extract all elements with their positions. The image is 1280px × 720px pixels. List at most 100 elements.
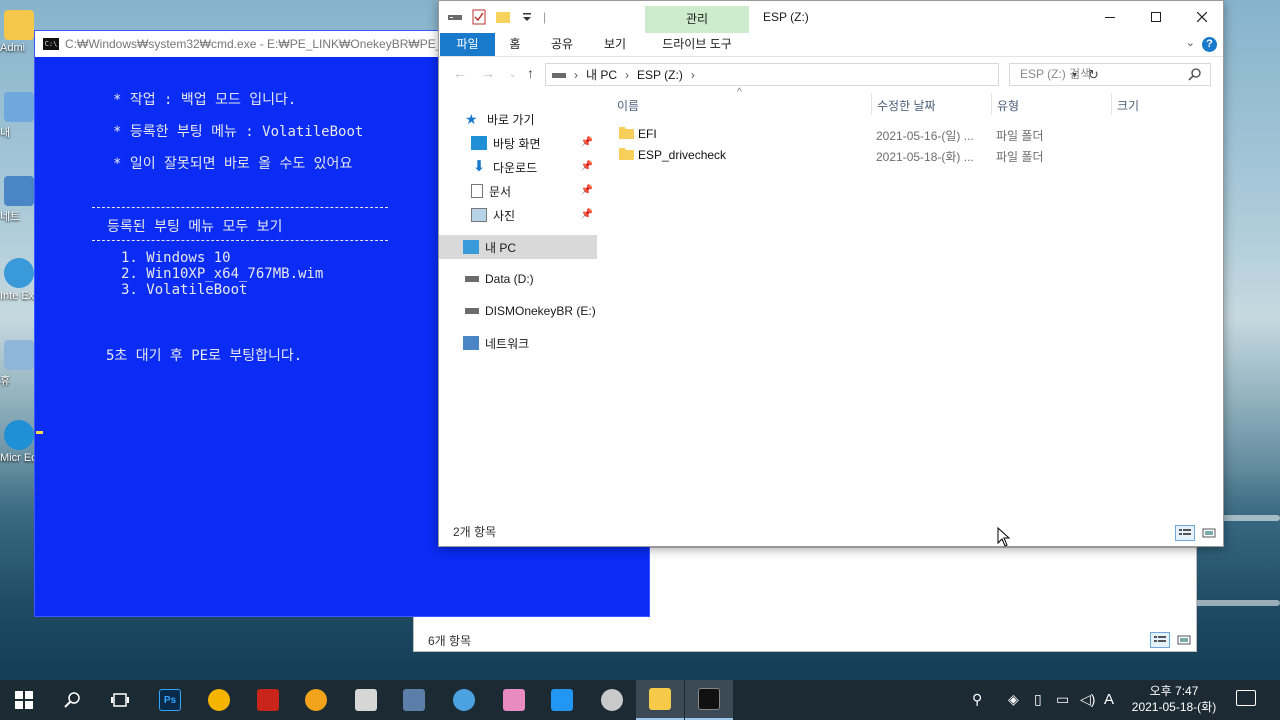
nav-desktop[interactable]: 바탕 화면 📌 <box>439 131 597 155</box>
context-tab-manage[interactable]: 관리 <box>645 6 749 33</box>
column-header-name[interactable]: 이름 <box>617 97 639 114</box>
qat-dropdown-icon[interactable] <box>519 9 535 25</box>
breadcrumb-esp[interactable]: ESP (Z:) <box>637 68 683 82</box>
usb-icon[interactable]: ▯ <box>1034 691 1042 708</box>
drive-icon <box>465 308 479 314</box>
breadcrumb-this-pc[interactable]: 내 PC <box>586 66 617 83</box>
file-explorer-icon <box>649 688 671 710</box>
taskbar-app-warning[interactable] <box>195 680 243 720</box>
view-buttons <box>1175 525 1219 541</box>
taskbar-app-user[interactable] <box>390 680 438 720</box>
taskbar-app-dvd[interactable] <box>588 680 636 720</box>
nav-pictures[interactable]: 사진 📌 <box>439 203 597 227</box>
tab-share[interactable]: 공유 <box>543 33 581 56</box>
taskbar-clock[interactable]: 오후 7:47 2021-05-18-(화) <box>1126 683 1222 715</box>
cmd-cursor <box>36 431 43 434</box>
column-header-type[interactable]: 유형 <box>997 97 1019 114</box>
tab-file[interactable]: 파일 <box>440 33 495 56</box>
task-view-button[interactable] <box>96 680 144 720</box>
folder-icon <box>619 148 634 160</box>
explorer-titlebar[interactable]: | 관리 ESP (Z:) <box>439 1 1223 33</box>
ribbon-tabs: 파일 홈 공유 보기 드라이브 도구 ⌄ ? <box>439 33 1223 57</box>
pc-icon <box>4 92 34 122</box>
desktop-icon-admin[interactable]: Admi <box>0 10 36 54</box>
desktop-icon <box>471 136 487 150</box>
start-button[interactable] <box>0 680 48 720</box>
nav-this-pc[interactable]: 내 PC <box>439 235 597 259</box>
drive-icon[interactable] <box>447 9 463 25</box>
new-folder-icon[interactable] <box>495 9 511 25</box>
desktop-icon-pc[interactable]: 내 <box>0 92 36 140</box>
people-icon[interactable]: ⚲ <box>972 691 982 708</box>
details-view-button[interactable] <box>1150 632 1170 648</box>
large-icons-view-button[interactable] <box>1199 525 1219 541</box>
nav-network[interactable]: 네트워크 <box>439 331 597 355</box>
minimize-icon <box>1105 17 1115 18</box>
taskbar-app-remote[interactable] <box>538 680 586 720</box>
back-button[interactable]: ← <box>453 65 467 81</box>
tab-drive-tools[interactable]: 드라이브 도구 <box>649 33 745 56</box>
search-placeholder: ESP (Z:) 검색 <box>1020 67 1092 81</box>
details-view-button[interactable] <box>1175 525 1195 541</box>
explorer-window[interactable]: | 관리 ESP (Z:) 파일 홈 공유 보기 드라이브 도구 ⌄ ? ← →… <box>438 0 1224 547</box>
maximize-icon <box>1151 12 1161 22</box>
forward-button[interactable]: → <box>481 65 495 81</box>
drive-icon <box>552 72 566 78</box>
up-button[interactable]: ↑ <box>527 65 534 81</box>
address-bar[interactable]: › 내 PC › ESP (Z:) › ▾ ↻ <box>545 63 1099 86</box>
nav-quick-access[interactable]: ★ 바로 가기 <box>439 107 597 131</box>
details-view-icon <box>1179 529 1191 535</box>
pin-icon: 📌 <box>580 209 593 220</box>
nav-downloads[interactable]: ⬇ 다운로드 📌 <box>439 155 597 179</box>
close-button[interactable] <box>1179 1 1225 33</box>
cmd-icon <box>698 688 720 710</box>
taskbar-app-pink[interactable] <box>490 680 538 720</box>
file-list: ^ 이름 수정한 날짜 유형 크기 EFI 2021-05-16-(일) ...… <box>603 87 1223 516</box>
details-view-icon <box>1154 636 1166 642</box>
file-row[interactable]: ESP_drivecheck 2021-05-18-(화) ... 파일 폴더 <box>619 144 1213 165</box>
pin-icon: 📌 <box>580 137 593 148</box>
taskbar-app-network[interactable] <box>440 680 488 720</box>
network-status-icon[interactable]: ▭ <box>1056 691 1069 708</box>
desktop-icon-edge[interactable]: Micr Ec <box>0 420 36 464</box>
desktop-icon-ie[interactable]: Inte Exp <box>0 258 36 302</box>
file-row[interactable]: EFI 2021-05-16-(일) ... 파일 폴더 <box>619 123 1213 144</box>
tab-view[interactable]: 보기 <box>596 33 634 56</box>
notification-center-icon[interactable] <box>1236 690 1256 706</box>
defender-shield-icon[interactable]: ◈ <box>1008 691 1019 708</box>
taskbar-photoshop[interactable]: Ps <box>146 680 194 720</box>
properties-icon[interactable] <box>471 9 487 25</box>
tab-home[interactable]: 홈 <box>501 33 529 56</box>
maximize-button[interactable] <box>1133 1 1179 33</box>
nav-documents[interactable]: 문서 📌 <box>439 179 597 203</box>
desktop-icon-recycle[interactable]: 휴 <box>0 340 36 388</box>
chevron-right-icon: › <box>690 67 695 82</box>
taskbar-app-disk[interactable] <box>342 680 390 720</box>
search-input[interactable]: ESP (Z:) 검색 <box>1009 63 1211 86</box>
dvd-app-icon <box>601 689 623 711</box>
volume-icon[interactable]: ◁) <box>1080 691 1095 708</box>
cmd-divider <box>92 240 388 241</box>
search-button[interactable] <box>48 680 96 720</box>
ime-indicator[interactable]: A <box>1104 691 1114 708</box>
taskbar-cmd[interactable] <box>685 680 733 720</box>
large-icons-view-button[interactable] <box>1174 632 1194 648</box>
cmd-menu-item: 3. VolatileBoot <box>121 282 248 298</box>
minimize-button[interactable] <box>1087 1 1133 33</box>
nav-dism-drive[interactable]: DISMOnekeyBR (E:) <box>439 299 597 323</box>
document-icon <box>471 184 483 198</box>
taskbar-app-pdf[interactable] <box>244 680 292 720</box>
column-header-date[interactable]: 수정한 날짜 <box>877 97 936 114</box>
nav-data-drive[interactable]: Data (D:) <box>439 267 597 291</box>
taskbar-file-explorer[interactable] <box>636 680 684 720</box>
desktop-icon-network[interactable]: 네트 <box>0 176 36 224</box>
thumbnail-view-icon <box>1202 528 1216 538</box>
sort-ascending-icon: ^ <box>737 87 742 98</box>
ribbon-expand-icon[interactable]: ⌄ <box>1186 36 1195 49</box>
taskbar-app-search[interactable] <box>292 680 340 720</box>
column-header-size[interactable]: 크기 <box>1117 97 1139 114</box>
address-row: ← → ⌄ ↑ › 내 PC › ESP (Z:) › ▾ ↻ ESP (Z:)… <box>439 61 1223 89</box>
help-icon[interactable]: ? <box>1202 37 1217 52</box>
pc-icon <box>463 240 479 254</box>
recent-locations-icon[interactable]: ⌄ <box>509 69 517 80</box>
